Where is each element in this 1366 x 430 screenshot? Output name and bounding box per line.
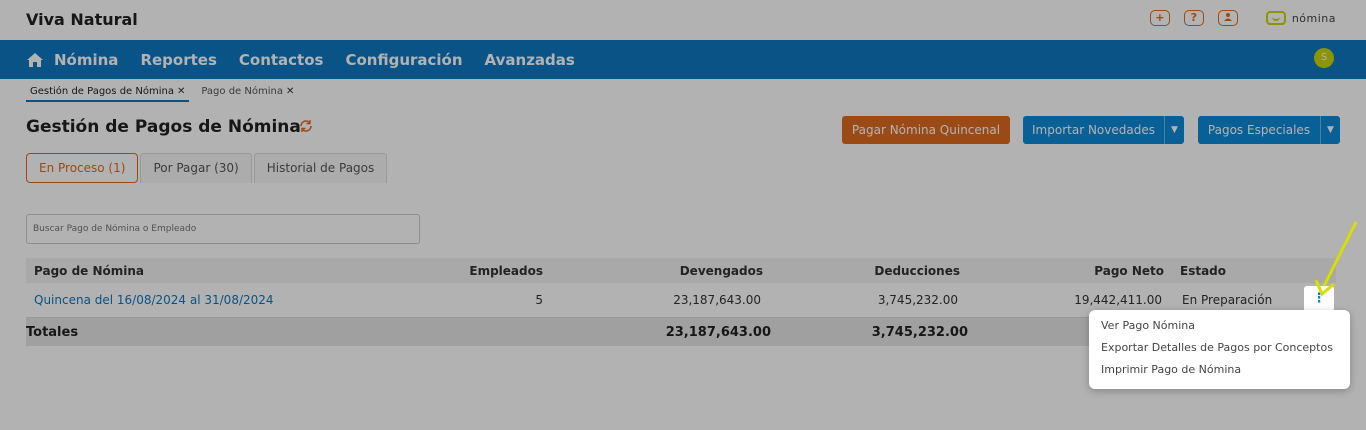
- pointer-arrow-icon: [1314, 221, 1358, 297]
- menu-item-ver[interactable]: Ver Pago Nómina: [1089, 318, 1350, 340]
- menu-item-exportar[interactable]: Exportar Detalles de Pagos por Conceptos: [1089, 340, 1350, 362]
- row-actions-menu: Ver Pago Nómina Exportar Detalles de Pag…: [1089, 310, 1350, 389]
- menu-item-imprimir[interactable]: Imprimir Pago de Nómina: [1089, 362, 1350, 384]
